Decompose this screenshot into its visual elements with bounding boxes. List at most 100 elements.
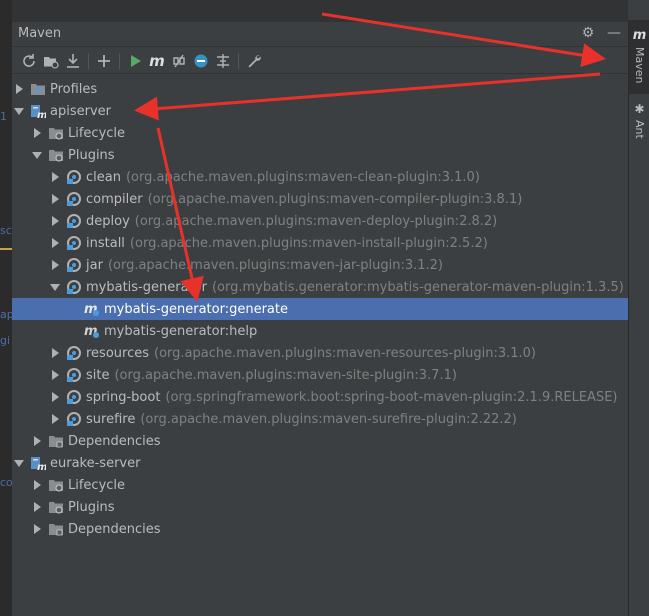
- plugin-coordinates: (org.apache.maven.plugins:maven-deploy-p…: [134, 213, 498, 229]
- plugin-name: surefire: [86, 411, 136, 427]
- minimize-icon[interactable]: —: [606, 25, 622, 41]
- tree-item-plugin[interactable]: clean (org.apache.maven.plugins:maven-cl…: [12, 166, 628, 188]
- tool-window-stripe: m Maven ✱ Ant: [628, 20, 649, 616]
- expand-arrow-icon[interactable]: [50, 260, 60, 270]
- maven-toolbar: m: [12, 48, 628, 74]
- reimport-icon[interactable]: [18, 50, 40, 72]
- maven-project-icon: m: [30, 455, 46, 471]
- gear-icon[interactable]: ⚙: [580, 25, 596, 41]
- tree-item-plugin[interactable]: compiler (org.apache.maven.plugins:maven…: [12, 188, 628, 210]
- plugin-icon: [66, 345, 82, 361]
- settings-wrench-icon[interactable]: [243, 50, 265, 72]
- tree-item-label: Plugins: [68, 499, 115, 515]
- gutter-marker: [0, 248, 12, 250]
- run-icon[interactable]: [124, 50, 146, 72]
- plugin-icon: [66, 213, 82, 229]
- plugin-coordinates: (org.mybatis.generator:mybatis-generator…: [211, 279, 624, 295]
- toolbar-separator: [238, 52, 239, 69]
- tree-item-profiles[interactable]: Profiles: [12, 78, 628, 100]
- expand-arrow-icon[interactable]: [50, 348, 60, 358]
- tree-item-plugin[interactable]: jar (org.apache.maven.plugins:maven-jar-…: [12, 254, 628, 276]
- tree-item-dependencies[interactable]: Dependencies: [12, 430, 628, 452]
- plugin-icon: [66, 367, 82, 383]
- download-sources-icon[interactable]: [62, 50, 84, 72]
- tree-item-label: Lifecycle: [68, 125, 126, 141]
- add-project-icon[interactable]: [93, 50, 115, 72]
- expand-arrow-icon[interactable]: [32, 436, 42, 446]
- plugin-name: mybatis-generator: [86, 279, 207, 295]
- expand-arrow-icon[interactable]: [14, 84, 24, 94]
- maven-stripe-label: Maven: [633, 47, 646, 84]
- tree-item-plugin[interactable]: spring-boot (org.springframework.boot:sp…: [12, 386, 628, 408]
- tree-item-goal-help[interactable]: m mybatis-generator:help: [12, 320, 628, 342]
- gutter-fragment: gi: [0, 334, 11, 347]
- expand-arrow-icon[interactable]: [50, 216, 60, 226]
- maven-stripe-button[interactable]: m Maven: [629, 20, 649, 94]
- ant-icon: ✱: [634, 102, 645, 116]
- ant-stripe-button[interactable]: ✱ Ant: [629, 98, 649, 168]
- plugin-name: jar: [86, 257, 103, 273]
- tree-item-plugin[interactable]: deploy (org.apache.maven.plugins:maven-d…: [12, 210, 628, 232]
- expand-arrow-icon[interactable]: [50, 172, 60, 182]
- generate-sources-icon[interactable]: [40, 50, 62, 72]
- tree-item-project-apiserver[interactable]: m apiserver: [12, 100, 628, 122]
- gutter-fragment: 1: [0, 110, 7, 123]
- plugin-name: compiler: [86, 191, 143, 207]
- expand-arrow-icon[interactable]: [50, 238, 60, 248]
- toolbar-separator: [88, 52, 89, 69]
- tree-item-plugins[interactable]: Plugins: [12, 144, 628, 166]
- maven-m-icon: m: [632, 28, 647, 43]
- folder-gear-icon: [48, 499, 64, 515]
- collapse-arrow-icon[interactable]: [32, 150, 42, 160]
- tree-item-plugin[interactable]: site (org.apache.maven.plugins:maven-sit…: [12, 364, 628, 386]
- plugin-name: clean: [86, 169, 121, 185]
- expand-arrow-icon[interactable]: [32, 524, 42, 534]
- profiles-icon: [30, 81, 46, 97]
- plugin-name: deploy: [86, 213, 130, 229]
- folder-gear-icon: [48, 125, 64, 141]
- plugin-name: spring-boot: [86, 389, 161, 405]
- expand-arrow-icon[interactable]: [50, 414, 60, 424]
- collapse-arrow-icon[interactable]: [14, 106, 24, 116]
- tree-item-plugins[interactable]: Plugins: [12, 496, 628, 518]
- expand-arrow-icon[interactable]: [32, 502, 42, 512]
- editor-gutter: 1 sc ap gi co: [0, 0, 12, 616]
- plugin-icon: [66, 235, 82, 251]
- toggle-offline-icon[interactable]: [168, 50, 190, 72]
- toolbar-separator: [119, 52, 120, 69]
- svg-text:m: m: [37, 110, 46, 119]
- maven-project-icon: m: [30, 103, 46, 119]
- tree-item-plugin[interactable]: install (org.apache.maven.plugins:maven-…: [12, 232, 628, 254]
- expand-arrow-icon[interactable]: [50, 194, 60, 204]
- plugin-coordinates: (org.apache.maven.plugins:maven-install-…: [129, 235, 488, 251]
- expand-arrow-icon[interactable]: [50, 370, 60, 380]
- ant-stripe-label: Ant: [633, 120, 646, 139]
- tree-item-project-eurake-server[interactable]: m eurake-server: [12, 452, 628, 474]
- panel-header: Maven ⚙ —: [12, 22, 628, 47]
- tree-item-plugin-mybatis[interactable]: mybatis-generator (org.mybatis.generator…: [12, 276, 628, 298]
- plugin-icon: [66, 279, 82, 295]
- folder-gear-icon: [48, 147, 64, 163]
- tree-item-lifecycle[interactable]: Lifecycle: [12, 474, 628, 496]
- show-dependencies-icon[interactable]: [212, 50, 234, 72]
- plugin-coordinates: (org.apache.maven.plugins:maven-compiler…: [147, 191, 523, 207]
- tree-item-label: Dependencies: [68, 433, 161, 449]
- tree-item-goal-generate[interactable]: m mybatis-generator:generate: [12, 298, 628, 320]
- tree-item-label: eurake-server: [50, 455, 141, 471]
- execute-goal-icon[interactable]: m: [146, 50, 168, 72]
- skip-tests-icon[interactable]: [190, 50, 212, 72]
- expand-arrow-icon[interactable]: [50, 392, 60, 402]
- expand-arrow-icon[interactable]: [32, 480, 42, 490]
- folder-gear-icon: [48, 477, 64, 493]
- tree-item-dependencies[interactable]: Dependencies: [12, 518, 628, 540]
- tree-item-lifecycle[interactable]: Lifecycle: [12, 122, 628, 144]
- folder-icon: [48, 433, 64, 449]
- tree-item-plugin[interactable]: resources (org.apache.maven.plugins:mave…: [12, 342, 628, 364]
- editor-top-strip: [12, 0, 628, 23]
- collapse-arrow-icon[interactable]: [14, 458, 24, 468]
- collapse-arrow-icon[interactable]: [50, 282, 60, 292]
- tree-item-plugin[interactable]: surefire (org.apache.maven.plugins:maven…: [12, 408, 628, 430]
- expand-arrow-icon[interactable]: [32, 128, 42, 138]
- plugin-icon: [66, 389, 82, 405]
- gutter-fragment: co: [0, 476, 12, 489]
